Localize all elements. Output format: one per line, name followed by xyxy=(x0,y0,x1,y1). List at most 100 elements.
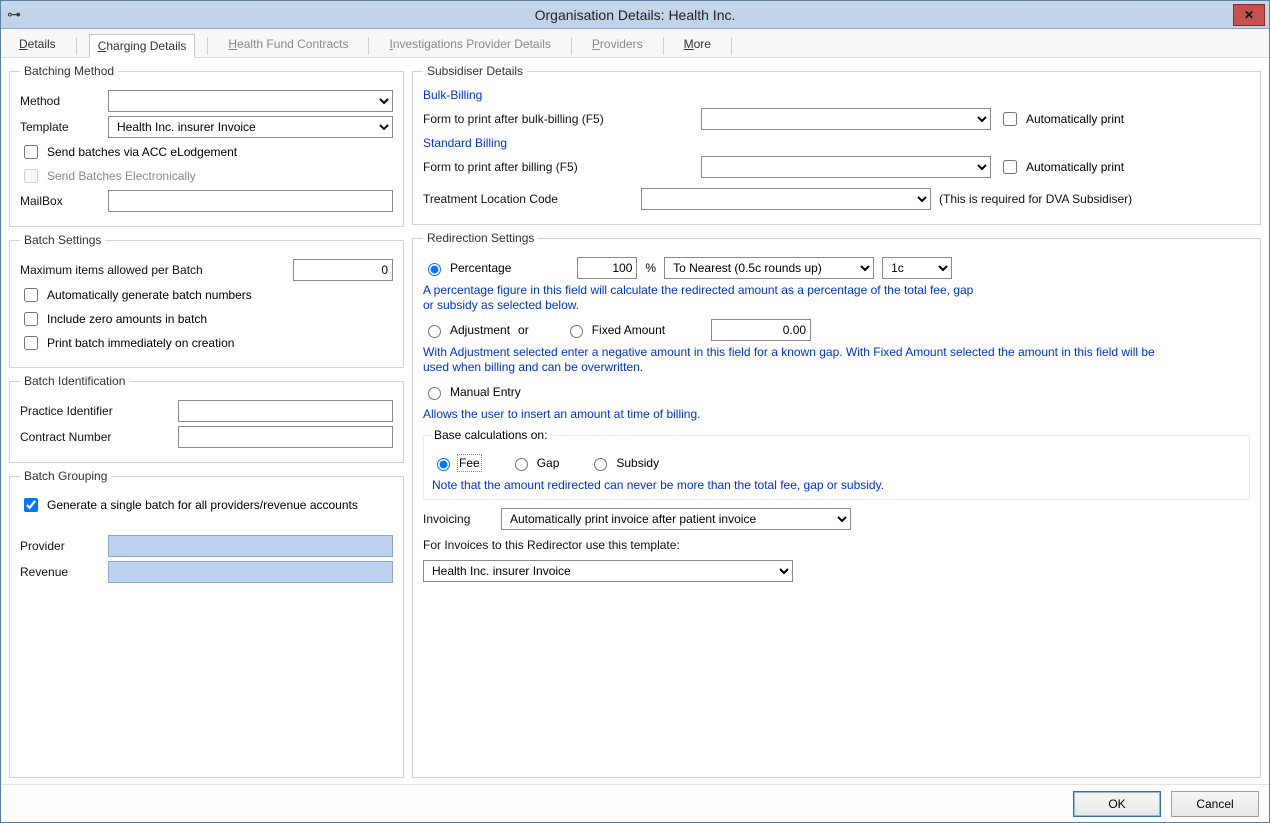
percentage-note: A percentage figure in this field will c… xyxy=(423,283,983,313)
footer: OK Cancel xyxy=(1,784,1269,822)
bulk-auto-print-label: Automatically print xyxy=(1026,112,1124,126)
invoicing-label: Invoicing xyxy=(423,512,493,526)
batching-method-group: Batching Method Method Template Health I… xyxy=(9,64,404,227)
content-area: Batching Method Method Template Health I… xyxy=(1,58,1269,784)
send-acc-checkbox[interactable] xyxy=(24,145,38,159)
adjustment-radio[interactable] xyxy=(428,325,441,338)
percentage-label: Percentage xyxy=(450,261,511,275)
fixed-amount-label: Fixed Amount xyxy=(592,323,665,337)
base-calculations-legend: Base calculations on: xyxy=(432,428,549,442)
cancel-button[interactable]: Cancel xyxy=(1171,791,1259,817)
close-button[interactable]: ✕ xyxy=(1233,4,1265,26)
percentage-radio[interactable] xyxy=(428,263,441,276)
tab-providers[interactable]: Providers xyxy=(584,33,651,57)
titlebar: ⊶ Organisation Details: Health Inc. ✕ xyxy=(1,1,1269,29)
organisation-details-window: ⊶ Organisation Details: Health Inc. ✕ De… xyxy=(0,0,1270,823)
std-form-select[interactable] xyxy=(701,156,991,178)
base-calculations-group: Base calculations on: Fee Gap Subsidy No… xyxy=(423,428,1250,500)
auto-batch-numbers-checkbox[interactable] xyxy=(24,288,38,302)
percentage-input[interactable] xyxy=(577,257,637,279)
tab-separator xyxy=(368,37,369,55)
tab-more[interactable]: More xyxy=(676,33,719,57)
base-subsidy-radio[interactable] xyxy=(594,458,607,471)
mailbox-input[interactable] xyxy=(108,190,393,212)
provider-label: Provider xyxy=(20,539,100,553)
manual-entry-radio[interactable] xyxy=(428,387,441,400)
base-note: Note that the amount redirected can neve… xyxy=(432,478,1241,493)
send-electronically-checkbox xyxy=(24,169,38,183)
subsidiser-legend: Subsidiser Details xyxy=(423,64,527,78)
contract-number-label: Contract Number xyxy=(20,430,170,444)
base-fee-radio[interactable] xyxy=(437,458,450,471)
adjustment-note: With Adjustment selected enter a negativ… xyxy=(423,345,1183,375)
amount-input[interactable] xyxy=(711,319,811,341)
mailbox-label: MailBox xyxy=(20,194,100,208)
send-electronically-label: Send Batches Electronically xyxy=(47,169,196,183)
invoicing-select[interactable]: Automatically print invoice after patien… xyxy=(501,508,851,530)
tab-health-fund-contracts[interactable]: Health Fund Contracts xyxy=(220,33,356,57)
tab-separator xyxy=(207,37,208,55)
send-acc-label: Send batches via ACC eLodgement xyxy=(47,145,237,159)
auto-batch-numbers-label: Automatically generate batch numbers xyxy=(47,288,252,302)
tabs: Details Charging Details Health Fund Con… xyxy=(1,29,1269,58)
bulk-form-select[interactable] xyxy=(701,108,991,130)
rounding-mode-select[interactable]: To Nearest (0.5c rounds up) xyxy=(664,257,874,279)
manual-note: Allows the user to insert an amount at t… xyxy=(423,407,1250,422)
std-form-label: Form to print after billing (F5) xyxy=(423,160,693,174)
single-batch-label: Generate a single batch for all provider… xyxy=(47,498,358,512)
system-menu-icon[interactable]: ⊶ xyxy=(7,6,21,23)
include-zero-checkbox[interactable] xyxy=(24,312,38,326)
tab-separator xyxy=(76,37,77,55)
base-gap-label: Gap xyxy=(537,456,560,470)
tab-separator xyxy=(571,37,572,55)
contract-number-input[interactable] xyxy=(178,426,393,448)
tab-investigations-provider[interactable]: Investigations Provider Details xyxy=(381,33,558,57)
tab-charging-details[interactable]: Charging Details xyxy=(89,34,196,58)
method-label: Method xyxy=(20,94,100,108)
batch-settings-group: Batch Settings Maximum items allowed per… xyxy=(9,233,404,368)
redirector-template-select[interactable]: Health Inc. insurer Invoice xyxy=(423,560,793,582)
tab-details[interactable]: Details xyxy=(11,33,64,57)
manual-entry-label: Manual Entry xyxy=(450,385,521,399)
revenue-field[interactable] xyxy=(108,561,393,583)
adjustment-label: Adjustment xyxy=(450,323,510,337)
ok-button[interactable]: OK xyxy=(1073,791,1161,817)
percent-unit: % xyxy=(645,261,656,275)
fixed-amount-radio[interactable] xyxy=(570,325,583,338)
std-auto-print-checkbox[interactable] xyxy=(1003,160,1017,174)
template-select[interactable]: Health Inc. insurer Invoice xyxy=(108,116,393,138)
standard-billing-header: Standard Billing xyxy=(423,136,1250,150)
provider-field[interactable] xyxy=(108,535,393,557)
batching-method-legend: Batching Method xyxy=(20,64,118,78)
std-auto-print-label: Automatically print xyxy=(1026,160,1124,174)
batch-identification-group: Batch Identification Practice Identifier… xyxy=(9,374,404,463)
base-gap-radio[interactable] xyxy=(515,458,528,471)
window-title: Organisation Details: Health Inc. xyxy=(1,7,1269,23)
tab-separator xyxy=(663,37,664,55)
method-select[interactable] xyxy=(108,90,393,112)
batch-grouping-group: Batch Grouping Generate a single batch f… xyxy=(9,469,404,778)
redirector-template-label: For Invoices to this Redirector use this… xyxy=(423,538,680,552)
bulk-billing-header: Bulk-Billing xyxy=(423,88,1250,102)
batch-identification-legend: Batch Identification xyxy=(20,374,129,388)
print-batch-label: Print batch immediately on creation xyxy=(47,336,234,350)
revenue-label: Revenue xyxy=(20,565,100,579)
practice-id-label: Practice Identifier xyxy=(20,404,170,418)
tlc-select[interactable] xyxy=(641,188,931,210)
redirection-settings-group: Redirection Settings Percentage % To Nea… xyxy=(412,231,1261,778)
single-batch-checkbox[interactable] xyxy=(24,498,38,512)
subsidiser-details-group: Subsidiser Details Bulk-Billing Form to … xyxy=(412,64,1261,225)
tlc-label: Treatment Location Code xyxy=(423,192,633,206)
tlc-note: (This is required for DVA Subsidiser) xyxy=(939,192,1132,206)
print-batch-checkbox[interactable] xyxy=(24,336,38,350)
or-text: or xyxy=(518,323,529,337)
include-zero-label: Include zero amounts in batch xyxy=(47,312,207,326)
bulk-form-label: Form to print after bulk-billing (F5) xyxy=(423,112,693,126)
practice-id-input[interactable] xyxy=(178,400,393,422)
max-items-input[interactable] xyxy=(293,259,393,281)
max-items-label: Maximum items allowed per Batch xyxy=(20,263,285,277)
rounding-step-select[interactable]: 1c xyxy=(882,257,952,279)
batch-settings-legend: Batch Settings xyxy=(20,233,105,247)
bulk-auto-print-checkbox[interactable] xyxy=(1003,112,1017,126)
template-label: Template xyxy=(20,120,100,134)
